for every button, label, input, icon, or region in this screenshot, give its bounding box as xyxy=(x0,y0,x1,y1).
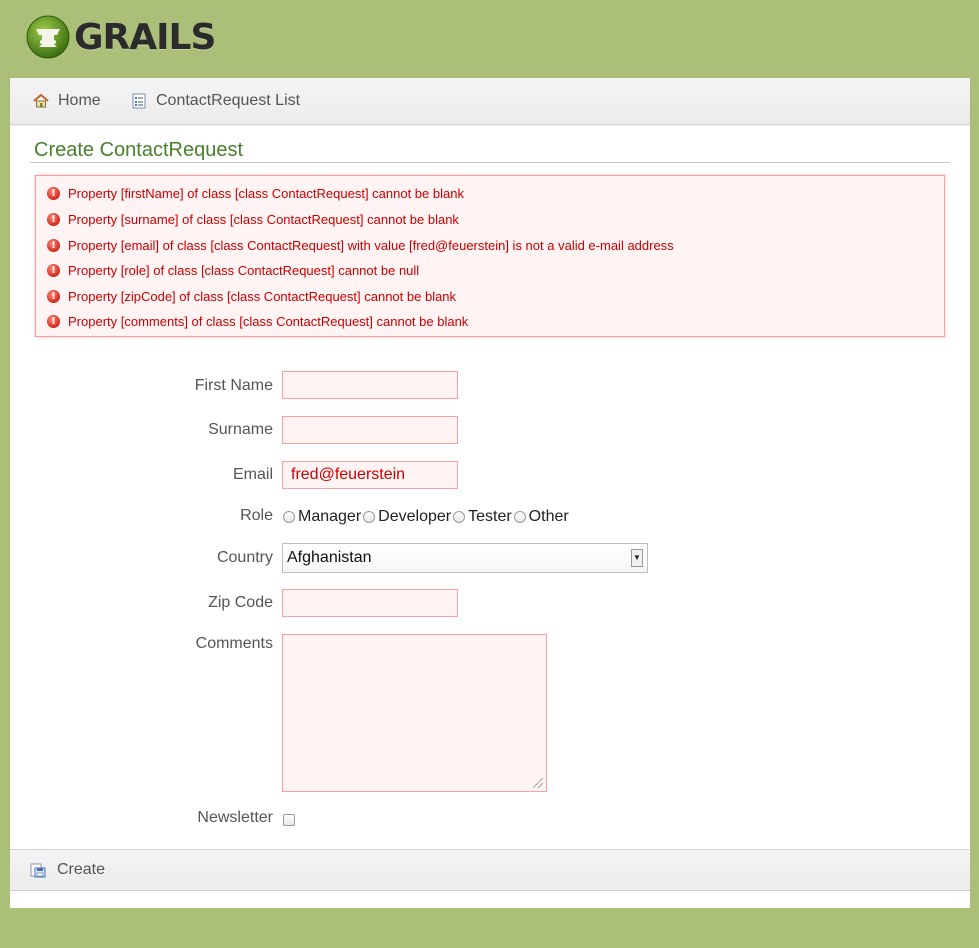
zip-code-input[interactable] xyxy=(282,589,458,617)
nav-bar: Home ContactRequest List xyxy=(10,78,970,125)
dropdown-arrow-icon[interactable]: ▼ xyxy=(631,549,643,567)
error-icon: ! xyxy=(47,314,60,328)
button-bar: Create xyxy=(10,849,970,891)
role-radio-group: Manager Developer Tester Other xyxy=(282,506,570,528)
error-text: Property [firstName] of class [class Con… xyxy=(68,185,464,201)
email-input[interactable]: fred@feuerstein xyxy=(282,461,458,489)
radio-button[interactable] xyxy=(453,511,466,523)
error-icon: ! xyxy=(47,238,60,252)
page-title: Create ContactRequest xyxy=(34,139,244,161)
country-label: Country xyxy=(216,549,273,566)
error-icon: ! xyxy=(47,289,60,303)
title-divider xyxy=(30,162,950,163)
role-label: Role xyxy=(240,507,273,524)
country-selected-value: Afghanistan xyxy=(287,549,372,566)
error-item: ! Property [email] of class [class Conta… xyxy=(47,236,674,254)
create-button[interactable]: Create xyxy=(29,850,105,890)
role-option-other[interactable]: Other xyxy=(513,508,569,526)
newsletter-checkbox[interactable] xyxy=(283,814,295,826)
error-list: ! Property [firstName] of class [class C… xyxy=(35,175,945,337)
error-text: Property [comments] of class [class Cont… xyxy=(68,313,469,329)
error-item: ! Property [zipCode] of class [class Con… xyxy=(47,287,456,305)
error-icon: ! xyxy=(47,186,60,200)
role-option-label: Other xyxy=(528,508,569,525)
nav-home-link[interactable]: Home xyxy=(32,78,101,124)
country-select[interactable]: Afghanistan ▼ xyxy=(282,543,648,573)
error-item: ! Property [comments] of class [class Co… xyxy=(47,312,468,330)
error-item: ! Property [firstName] of class [class C… xyxy=(47,184,464,202)
surname-label: Surname xyxy=(208,421,273,438)
role-option-tester[interactable]: Tester xyxy=(452,508,512,526)
role-option-label: Developer xyxy=(378,508,452,525)
footer xyxy=(10,908,970,948)
nav-home-label: Home xyxy=(58,92,101,109)
radio-button[interactable] xyxy=(363,511,376,523)
error-icon: ! xyxy=(47,212,60,226)
comments-textarea[interactable] xyxy=(282,634,547,792)
error-text: Property [zipCode] of class [class Conta… xyxy=(68,288,457,304)
first-name-input[interactable] xyxy=(282,371,458,399)
radio-button[interactable] xyxy=(283,511,295,523)
nav-list-label: ContactRequest List xyxy=(156,92,301,109)
error-item: ! Property [surname] of class [class Con… xyxy=(47,210,459,228)
error-item: ! Property [role] of class [class Contac… xyxy=(47,261,419,279)
email-label: Email xyxy=(232,466,273,483)
error-text: Property [email] of class [class Contact… xyxy=(68,237,674,253)
error-text: Property [surname] of class [class Conta… xyxy=(68,211,459,227)
nav-list-link[interactable]: ContactRequest List xyxy=(130,78,300,124)
first-name-label: First Name xyxy=(194,377,273,394)
save-icon xyxy=(30,863,46,878)
brand-name: GRAILS xyxy=(74,16,216,58)
comments-label: Comments xyxy=(195,635,273,652)
role-option-label: Manager xyxy=(298,508,362,525)
error-icon: ! xyxy=(47,263,60,277)
radio-button[interactable] xyxy=(513,511,526,523)
grails-logo[interactable]: GRAILS xyxy=(26,14,216,60)
create-button-label: Create xyxy=(57,861,106,878)
page: GRAILS Home ContactRequest List Create C… xyxy=(10,0,970,948)
resize-grip-icon[interactable] xyxy=(533,778,543,788)
error-text: Property [role] of class [class ContactR… xyxy=(68,262,420,278)
newsletter-label: Newsletter xyxy=(197,809,273,826)
role-option-developer[interactable]: Developer xyxy=(362,508,451,526)
list-icon xyxy=(132,93,146,109)
role-option-manager[interactable]: Manager xyxy=(282,508,361,526)
grails-logo-icon xyxy=(26,15,70,59)
surname-input[interactable] xyxy=(282,416,458,444)
zip-code-label: Zip Code xyxy=(208,594,273,611)
home-icon xyxy=(33,93,49,108)
role-option-label: Tester xyxy=(468,508,512,525)
header: GRAILS xyxy=(10,0,970,78)
